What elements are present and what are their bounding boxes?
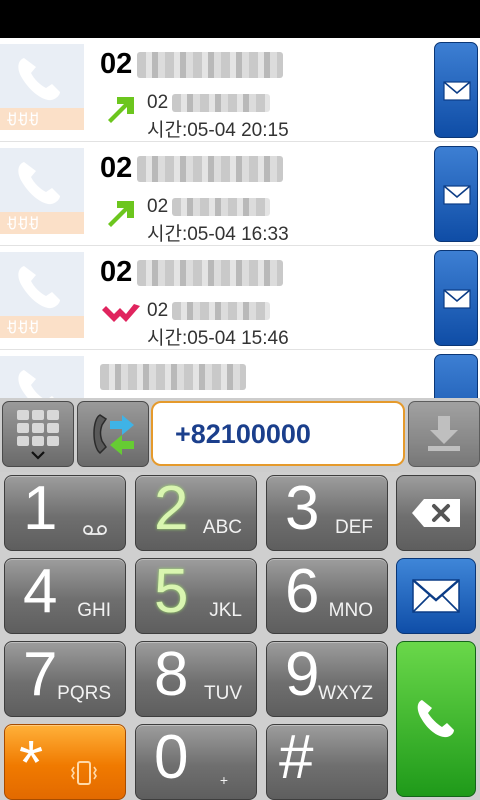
- dial-number-input[interactable]: +82100000: [151, 401, 405, 466]
- blurred-secondary-number: [172, 94, 270, 112]
- key-4[interactable]: 4 GHI: [4, 558, 126, 634]
- save-download-icon: [428, 416, 460, 451]
- blurred-number: [137, 156, 283, 182]
- secondary-number: 02: [147, 300, 169, 321]
- missed-call-icon: [102, 304, 140, 322]
- envelope-icon: [443, 81, 471, 101]
- key-5[interactable]: 5 JKL: [135, 558, 257, 634]
- phone-handset-icon: [18, 58, 60, 101]
- backspace-button[interactable]: [396, 475, 476, 551]
- key-2[interactable]: 2 ABC: [135, 475, 257, 551]
- call-time: 시간:05-04 15:46: [147, 328, 289, 349]
- send-message-button[interactable]: [396, 558, 476, 634]
- contact-number: 02: [100, 256, 133, 288]
- contact-number: 02: [100, 152, 133, 184]
- call-log-item[interactable]: ꀀꀀꀀ 02 02 시간:05-04 16:33: [0, 142, 480, 246]
- key-8[interactable]: 8 TUV: [135, 641, 257, 717]
- secondary-number: 02: [147, 196, 169, 217]
- outgoing-call-icon: [108, 97, 134, 123]
- contact-thumbnail: [0, 356, 84, 398]
- phone-handset-icon: [18, 266, 60, 309]
- envelope-icon: [443, 289, 471, 309]
- send-message-button[interactable]: [434, 250, 478, 346]
- key-9[interactable]: 9 WXYZ: [266, 641, 388, 717]
- blurred-secondary-number: [172, 198, 270, 216]
- key-3[interactable]: 3 DEF: [266, 475, 388, 551]
- swap-call-button[interactable]: [77, 401, 149, 467]
- blurred-number: [137, 52, 283, 78]
- key-star[interactable]: *: [4, 724, 126, 800]
- blurred-number: [137, 260, 283, 286]
- outgoing-call-icon: [108, 201, 134, 227]
- call-log-item[interactable]: [0, 350, 480, 398]
- key-hash[interactable]: #: [266, 724, 388, 800]
- key-1[interactable]: 1: [4, 475, 126, 551]
- dialpad-icon: [17, 410, 59, 460]
- phone-handset-icon: [18, 370, 54, 398]
- backspace-icon: [412, 499, 460, 527]
- blurred-number: [100, 364, 246, 390]
- envelope-icon: [443, 185, 471, 205]
- envelope-icon: [412, 579, 460, 613]
- key-0[interactable]: 0 +: [135, 724, 257, 800]
- key-6[interactable]: 6 MNO: [266, 558, 388, 634]
- call-swap-icon: [93, 414, 134, 455]
- dialpad: 1 2 ABC 3 DEF 4 GHI 5 JKL 6 MNO 7 PQRS 8…: [0, 472, 480, 800]
- vibrate-icon: [71, 761, 97, 785]
- contact-thumbnail: ꀀꀀꀀ: [0, 148, 84, 234]
- send-message-button[interactable]: [434, 42, 478, 138]
- dialpad-toggle-button[interactable]: [2, 401, 74, 467]
- phone-handset-icon: [417, 700, 454, 738]
- key-7[interactable]: 7 PQRS: [4, 641, 126, 717]
- send-message-button[interactable]: [434, 146, 478, 242]
- blurred-secondary-number: [172, 302, 270, 320]
- contact-thumbnail: ꀀꀀꀀ: [0, 44, 84, 130]
- contact-number: 02: [100, 48, 133, 80]
- phone-handset-icon: [18, 162, 60, 205]
- call-log-item[interactable]: ꀀꀀꀀ 02 02 시간:05-04 15:46: [0, 246, 480, 350]
- call-log-item[interactable]: ꀀꀀꀀ 02 02 시간:05-04 20:15: [0, 38, 480, 142]
- send-message-button[interactable]: [434, 354, 478, 398]
- contact-thumbnail: ꀀꀀꀀ: [0, 252, 84, 338]
- save-contact-button[interactable]: [408, 401, 480, 467]
- call-time: 시간:05-04 16:33: [147, 224, 289, 245]
- voicemail-icon: [83, 525, 107, 535]
- call-log-list[interactable]: ꀀꀀꀀ 02 02 시간:05-04 20:15 ꀀꀀꀀ 02 02 시간:05…: [0, 38, 480, 398]
- call-button[interactable]: [396, 641, 476, 797]
- status-bar: [0, 0, 480, 38]
- dialer-toolbar: +82100000: [0, 398, 480, 472]
- secondary-number: 02: [147, 92, 169, 113]
- call-time: 시간:05-04 20:15: [147, 120, 289, 141]
